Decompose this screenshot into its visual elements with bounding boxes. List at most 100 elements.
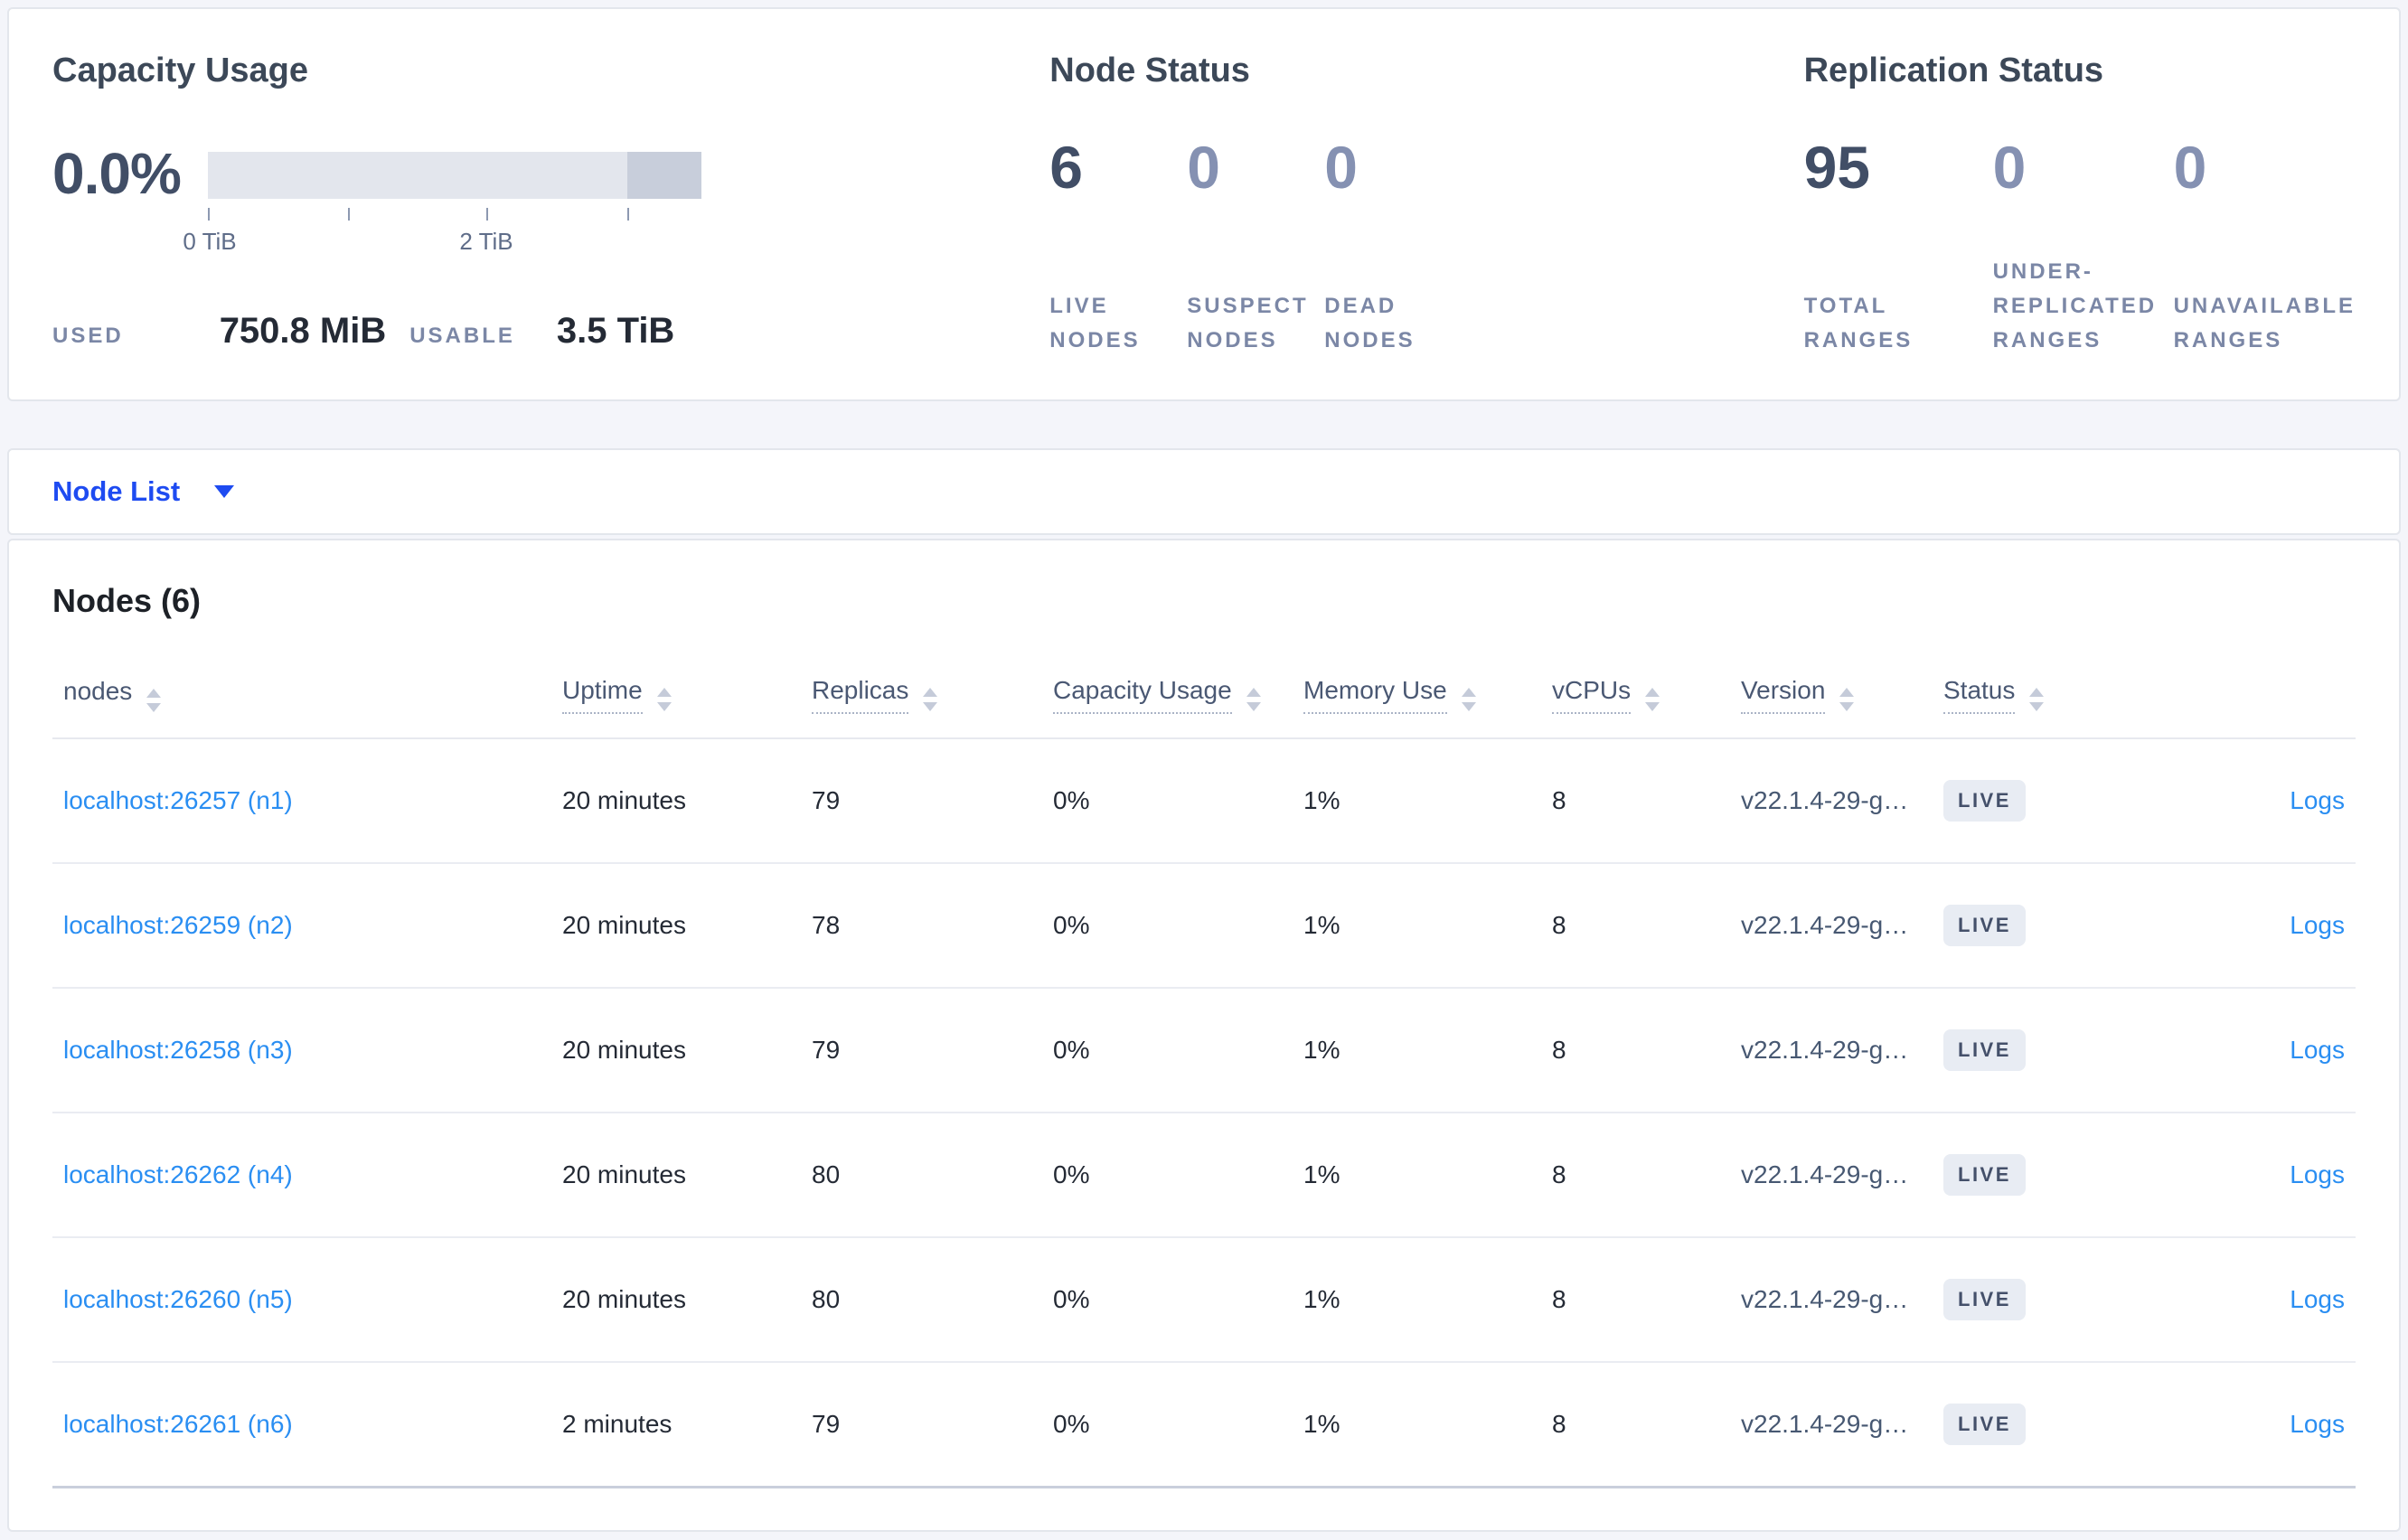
version-cell: v22.1.4-29-g… [1730,738,1933,864]
capacity-usage-card: Capacity Usage 0.0% 0 TiB 2 TiB USED 750… [52,49,1049,358]
status-cell: LIVE [1933,738,2127,864]
logs-link[interactable]: Logs [2290,1285,2345,1313]
vcpus-cell: 8 [1541,988,1730,1113]
capacity-usage-cell: 0% [1042,1362,1293,1488]
column-header-nodes[interactable]: nodes [52,663,551,739]
vcpus-cell: 8 [1541,1113,1730,1238]
table-header-row: nodes Uptime Replicas Capacity Usage Mem… [52,663,2356,739]
sort-icon [656,688,672,711]
table-row: localhost:26260 (n5) 20 minutes 80 0% 1%… [52,1237,2356,1363]
replicas-cell: 80 [801,1113,1042,1238]
column-header-vcpus[interactable]: vCPUs [1541,663,1730,739]
vcpus-cell: 8 [1541,738,1730,864]
vcpus-cell: 8 [1541,863,1730,989]
under-replicated-ranges-metric: 0 UNDER- REPLICATED RANGES [1993,136,2174,358]
capacity-usage-cell: 0% [1042,1113,1293,1238]
column-header-memory-use[interactable]: Memory Use [1293,663,1541,739]
total-ranges-label: TOTAL RANGES [1803,294,1914,352]
uptime-cell: 2 minutes [551,1362,801,1488]
node-link[interactable]: localhost:26260 (n5) [63,1285,293,1313]
table-row: localhost:26259 (n2) 20 minutes 78 0% 1%… [52,863,2356,989]
column-header-replicas[interactable]: Replicas [801,663,1042,739]
logs-link[interactable]: Logs [2290,1160,2345,1188]
uptime-cell: 20 minutes [551,988,801,1113]
node-link[interactable]: localhost:26261 (n6) [63,1410,293,1438]
capacity-usage-cell: 0% [1042,863,1293,989]
version-cell: v22.1.4-29-g… [1730,863,1933,989]
version-cell: v22.1.4-29-g… [1730,1362,1933,1488]
column-header-capacity-usage[interactable]: Capacity Usage [1042,663,1293,739]
status-badge: LIVE [1943,1403,2026,1445]
replication-status-card: Replication Status 95 TOTAL RANGES 0 UND… [1804,49,2356,358]
unavailable-ranges-metric: 0 UNAVAILABLE RANGES [2174,136,2356,358]
axis-tick [486,208,488,221]
axis-tick [208,208,210,221]
sort-icon [1461,688,1476,711]
live-nodes-value: 6 [1049,134,1083,201]
vcpus-cell: 8 [1541,1362,1730,1488]
table-row: localhost:26257 (n1) 20 minutes 79 0% 1%… [52,738,2356,864]
column-header-version[interactable]: Version [1730,663,1933,739]
column-header-status[interactable]: Status [1933,663,2127,739]
cluster-summary-panel: Capacity Usage 0.0% 0 TiB 2 TiB USED 750… [7,7,2401,401]
memory-use-cell: 1% [1293,1113,1541,1238]
uptime-cell: 20 minutes [551,863,801,989]
status-cell: LIVE [1933,1237,2127,1363]
column-header-logs [2127,663,2356,739]
status-badge: LIVE [1943,780,2026,822]
status-cell: LIVE [1933,1113,2127,1238]
sort-icon [1839,688,1855,711]
node-link[interactable]: localhost:26259 (n2) [63,911,293,939]
node-status-card: Node Status 6 LIVE NODES 0 SUSPECT NODES [1049,49,1803,358]
capacity-gauge-usable-segment [208,152,627,199]
total-ranges-metric: 95 TOTAL RANGES [1804,136,1993,358]
axis-tick [348,208,350,221]
node-list-dropdown[interactable]: Node List [52,475,180,508]
logs-link[interactable]: Logs [2290,1036,2345,1064]
capacity-usage-title: Capacity Usage [52,52,309,89]
status-cell: LIVE [1933,863,2127,989]
usable-label: USABLE [409,324,515,348]
capacity-usage-cell: 0% [1042,1237,1293,1363]
node-link[interactable]: localhost:26257 (n1) [63,786,293,814]
status-cell: LIVE [1933,988,2127,1113]
replication-status-title: Replication Status [1803,52,2104,89]
sort-icon [146,689,162,712]
cluster-overview-page: Capacity Usage 0.0% 0 TiB 2 TiB USED 750… [0,0,2408,1540]
table-row: localhost:26258 (n3) 20 minutes 79 0% 1%… [52,988,2356,1113]
status-cell: LIVE [1933,1362,2127,1488]
status-badge: LIVE [1943,905,2026,946]
memory-use-cell: 1% [1293,988,1541,1113]
replicas-cell: 79 [801,738,1042,864]
column-header-uptime[interactable]: Uptime [551,663,801,739]
logs-link[interactable]: Logs [2290,786,2345,814]
capacity-usage-cell: 0% [1042,988,1293,1113]
total-ranges-value: 95 [1803,134,1870,201]
axis-tick [627,208,629,221]
node-status-metrics: 6 LIVE NODES 0 SUSPECT NODES 0 DEAD NODE… [1049,136,1803,358]
logs-link[interactable]: Logs [2290,1410,2345,1438]
sort-icon [1645,688,1660,711]
logs-link[interactable]: Logs [2290,911,2345,939]
usable-value: 3.5 TiB [556,311,675,351]
suspect-nodes-value: 0 [1187,134,1220,201]
status-badge: LIVE [1943,1029,2026,1071]
status-badge: LIVE [1943,1154,2026,1196]
capacity-gauge-bar [208,152,701,199]
node-link[interactable]: localhost:26262 (n4) [63,1160,293,1188]
replicas-cell: 79 [801,988,1042,1113]
uptime-cell: 20 minutes [551,738,801,864]
used-value: 750.8 MiB [219,311,387,351]
sort-icon [1246,688,1261,711]
capacity-gauge-other-segment [627,152,701,199]
sort-icon [923,688,938,711]
nodes-table: nodes Uptime Replicas Capacity Usage Mem… [52,663,2356,1488]
chevron-down-icon[interactable] [214,485,235,498]
node-link[interactable]: localhost:26258 (n3) [63,1036,293,1064]
memory-use-cell: 1% [1293,1362,1541,1488]
dead-nodes-value: 0 [1324,134,1358,201]
view-selector-bar: Node List [7,448,2401,535]
vcpus-cell: 8 [1541,1237,1730,1363]
used-label: USED [52,324,124,348]
axis-label-0: 0 TiB [183,228,237,255]
